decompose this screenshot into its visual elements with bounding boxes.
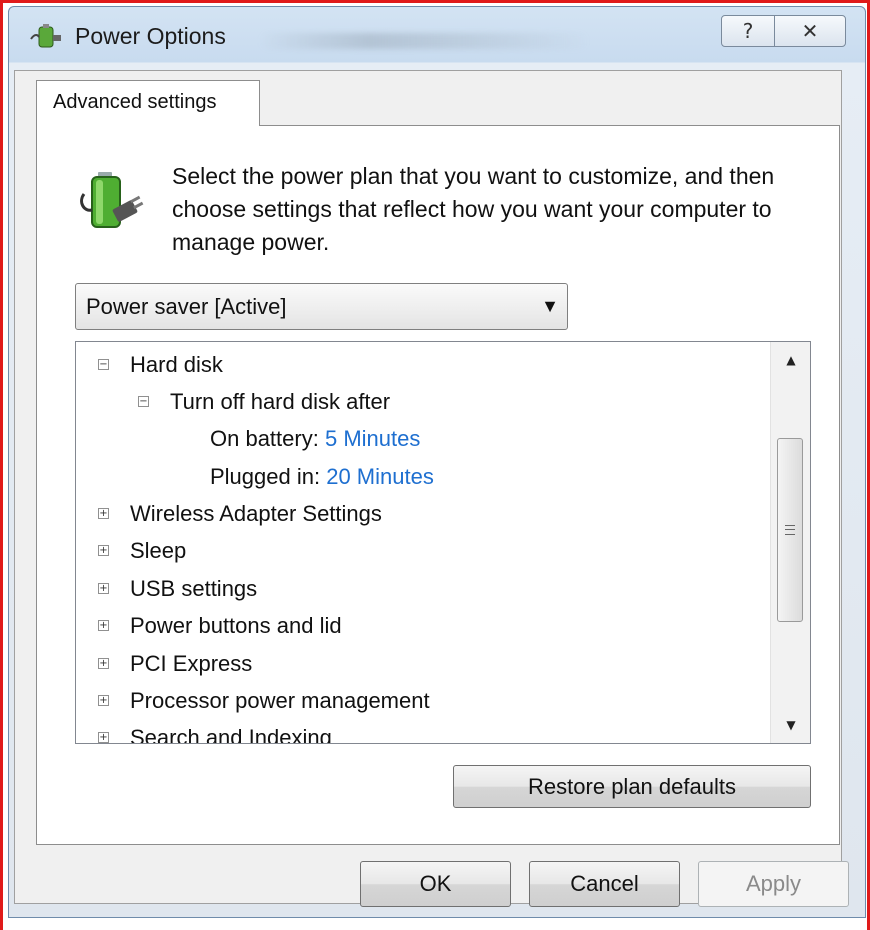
power-options-icon xyxy=(30,24,61,48)
power-plan-value: Power saver [Active] xyxy=(86,294,287,319)
tree-node-label: PCI Express xyxy=(130,651,253,676)
tree-node-label: Power buttons and lid xyxy=(130,613,342,638)
tab-advanced-settings[interactable]: Advanced settings xyxy=(36,80,260,126)
on-battery-label: On battery: xyxy=(210,426,319,451)
blurred-title-region xyxy=(259,33,589,49)
tree-node-label: Processor power management xyxy=(130,688,430,713)
grip-icon xyxy=(785,525,795,535)
restore-plan-defaults-button[interactable]: Restore plan defaults xyxy=(453,765,811,808)
expand-icon[interactable]: + xyxy=(98,508,109,519)
tree-node-label: Sleep xyxy=(130,538,187,563)
tree-scrollbar[interactable]: ▲ ▼ xyxy=(770,342,810,743)
plugged-in-value-link[interactable]: 20 Minutes xyxy=(326,464,434,489)
collapse-icon[interactable]: − xyxy=(138,396,149,407)
expand-icon[interactable]: + xyxy=(98,620,109,631)
collapse-icon[interactable]: − xyxy=(98,359,109,370)
scroll-down-icon[interactable]: ▼ xyxy=(771,707,810,743)
battery-plug-icon xyxy=(80,172,144,228)
power-plan-dropdown[interactable]: Power saver [Active] ▼ xyxy=(75,283,568,330)
tree-node-label: Search and Indexing xyxy=(130,725,332,744)
expand-icon[interactable]: + xyxy=(98,545,109,556)
tree-node-label: Wireless Adapter Settings xyxy=(130,501,382,526)
intro-text: Select the power plan that you want to c… xyxy=(172,163,775,255)
settings-tree[interactable]: − Hard disk − Turn off hard disk after O… xyxy=(75,341,811,744)
window-title: Power Options xyxy=(75,23,226,49)
on-battery-value-link[interactable]: 5 Minutes xyxy=(325,426,420,451)
tree-node-label: Hard disk xyxy=(130,352,223,377)
title-bar[interactable]: Power Options ? ✕ xyxy=(9,7,865,63)
tree-node-label: Turn off hard disk after xyxy=(170,389,391,414)
setting-on-battery: On battery: 5 Minutes xyxy=(210,424,420,454)
expand-icon[interactable]: + xyxy=(98,732,109,743)
expand-icon[interactable]: + xyxy=(98,658,109,669)
plugged-in-label: Plugged in: xyxy=(210,464,321,489)
apply-button[interactable]: Apply xyxy=(698,861,849,907)
help-button[interactable]: ? xyxy=(721,15,775,47)
cancel-button[interactable]: Cancel xyxy=(529,861,680,907)
scrollbar-thumb[interactable] xyxy=(777,438,803,622)
close-button[interactable]: ✕ xyxy=(774,15,846,47)
tree-node-label: USB settings xyxy=(130,576,258,601)
ok-button[interactable]: OK xyxy=(360,861,511,907)
expand-icon[interactable]: + xyxy=(98,583,109,594)
chevron-down-icon[interactable]: ▼ xyxy=(541,296,559,317)
expand-icon[interactable]: + xyxy=(98,695,109,706)
tree-content: − Hard disk − Turn off hard disk after O… xyxy=(76,342,769,744)
setting-plugged-in: Plugged in: 20 Minutes xyxy=(210,462,434,492)
scroll-up-icon[interactable]: ▲ xyxy=(771,342,810,378)
